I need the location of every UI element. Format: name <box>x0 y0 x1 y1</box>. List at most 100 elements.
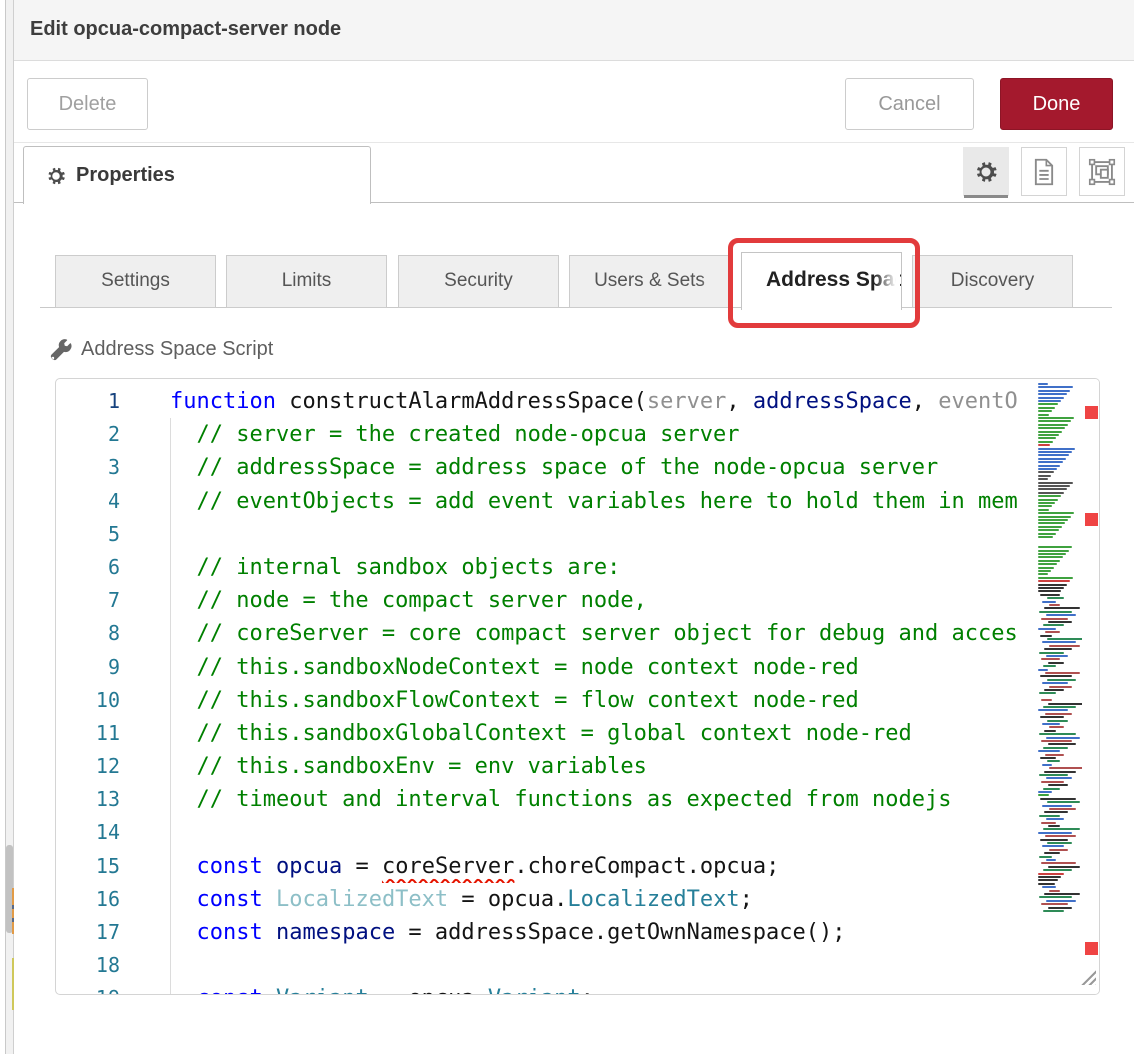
minimap-row <box>1047 679 1076 681</box>
minimap-row <box>1038 546 1072 548</box>
tab-security[interactable]: Security <box>398 255 559 308</box>
code-line[interactable]: 16 const LocalizedText = opcua.Localized… <box>56 883 1036 916</box>
cancel-button[interactable]: Cancel <box>845 78 974 130</box>
tab-users-sets[interactable]: Users & Sets <box>569 255 730 308</box>
minimap-row <box>1038 407 1055 409</box>
code-line[interactable]: 2 // server = the created node-opcua ser… <box>56 418 1036 451</box>
minimap-row <box>1044 771 1076 773</box>
code-text: // addressSpace = address space of the n… <box>120 451 1036 484</box>
minimap-row <box>1038 550 1069 552</box>
minimap-row <box>1038 393 1067 395</box>
screen: Edit opcua-compact-server node Delete Ca… <box>0 0 1134 1054</box>
code-line[interactable]: 14 <box>56 816 1036 849</box>
code-line[interactable]: 17 const namespace = addressSpace.getOwn… <box>56 916 1036 949</box>
line-number: 14 <box>56 816 120 849</box>
minimap-row <box>1038 488 1067 490</box>
minimap-row <box>1038 590 1061 592</box>
section-label: Address Space Script <box>81 338 273 361</box>
minimap-row <box>1043 910 1064 912</box>
minimap-row <box>1041 699 1052 701</box>
minimap-row <box>1043 624 1064 626</box>
minimap-row <box>1038 669 1048 671</box>
minimap-row <box>1047 720 1068 722</box>
minimap-row <box>1048 825 1060 827</box>
wrench-icon <box>50 339 72 361</box>
code-line[interactable]: 4 // eventObjects = add event variables … <box>56 485 1036 518</box>
gear-icon <box>974 160 998 184</box>
code-editor[interactable]: 1function constructAlarmAddressSpace(ser… <box>55 378 1100 995</box>
code-line[interactable]: 5 <box>56 518 1036 551</box>
code-line[interactable]: 15 const opcua = coreServer.choreCompact… <box>56 850 1036 883</box>
code-line[interactable]: 10 // this.sandboxFlowContext = flow con… <box>56 684 1036 717</box>
node-properties-button[interactable] <box>963 147 1009 196</box>
tab-settings[interactable]: Settings <box>55 255 216 308</box>
minimap-row <box>1038 570 1051 572</box>
code-line[interactable]: 9 // this.sandboxNodeContext = node cont… <box>56 651 1036 684</box>
code-line[interactable]: 19 const Variant = opcua.Variant; <box>56 982 1036 995</box>
minimap[interactable] <box>1036 383 1082 913</box>
minimap-row <box>1046 900 1076 902</box>
code-line[interactable]: 13 // timeout and interval functions as … <box>56 783 1036 816</box>
line-number: 2 <box>56 418 120 451</box>
minimap-row <box>1046 777 1072 779</box>
tab-overflow-fade <box>700 257 728 306</box>
minimap-row <box>1043 706 1076 708</box>
minimap-row <box>1038 434 1059 436</box>
line-number: 17 <box>56 916 120 949</box>
code-line[interactable]: 7 // node = the compact server node, <box>56 584 1036 617</box>
node-description-button[interactable] <box>1021 147 1067 196</box>
node-appearance-button[interactable] <box>1079 147 1125 196</box>
minimap-row <box>1038 883 1055 885</box>
minimap-row <box>1038 876 1061 878</box>
code-line[interactable]: 6 // internal sandbox objects are: <box>56 551 1036 584</box>
code-line[interactable]: 8 // coreServer = core compact server ob… <box>56 617 1036 650</box>
minimap-row <box>1038 458 1066 460</box>
minimap-row <box>1049 686 1072 688</box>
minimap-row <box>1038 791 1052 793</box>
code-line[interactable]: 11 // this.sandboxGlobalContext = global… <box>56 717 1036 750</box>
minimap-row <box>1038 471 1054 473</box>
code-line[interactable]: 3 // addressSpace = address space of the… <box>56 451 1036 484</box>
minimap-row <box>1038 505 1052 507</box>
tab-users-sets-label: Users & Sets <box>594 270 705 291</box>
delete-button[interactable]: Delete <box>27 78 148 130</box>
code-line[interactable]: 1function constructAlarmAddressSpace(ser… <box>56 385 1036 418</box>
gear-icon <box>46 166 66 186</box>
done-button[interactable]: Done <box>1000 78 1113 130</box>
tab-address-space[interactable]: Address Space <box>741 252 902 310</box>
minimap-row <box>1038 794 1049 796</box>
line-number: 8 <box>56 617 120 650</box>
minimap-row <box>1040 594 1060 596</box>
line-number: 4 <box>56 485 120 518</box>
minimap-row <box>1041 781 1064 783</box>
minimap-row <box>1041 822 1056 824</box>
line-number: 13 <box>56 783 120 816</box>
minimap-row <box>1042 682 1068 684</box>
tab-discovery[interactable]: Discovery <box>912 255 1073 308</box>
code-text: // internal sandbox objects are: <box>120 551 1036 584</box>
code-text: const namespace = addressSpace.getOwnNam… <box>120 916 1036 949</box>
tab-limits[interactable]: Limits <box>226 255 387 308</box>
minimap-row <box>1038 832 1072 834</box>
properties-tab[interactable]: Properties <box>23 146 371 204</box>
minimap-row <box>1044 893 1080 895</box>
code-lines[interactable]: 1function constructAlarmAddressSpace(ser… <box>56 385 1036 995</box>
minimap-row <box>1040 798 1076 800</box>
code-text: // this.sandboxFlowContext = flow contex… <box>120 684 1036 717</box>
code-text <box>120 518 1036 551</box>
minimap-row <box>1047 638 1084 640</box>
code-text: // this.sandboxNodeContext = node contex… <box>120 651 1036 684</box>
minimap-row <box>1047 842 1072 844</box>
section-label-row: Address Space Script <box>50 338 273 361</box>
minimap-row <box>1043 828 1080 830</box>
minimap-row <box>1046 818 1064 820</box>
minimap-row <box>1038 485 1070 487</box>
line-number: 15 <box>56 850 120 883</box>
minimap-row <box>1046 737 1080 739</box>
minimap-row <box>1046 655 1068 657</box>
code-line[interactable]: 18 <box>56 949 1036 982</box>
minimap-row <box>1045 631 1060 633</box>
minimap-row <box>1038 478 1048 480</box>
code-line[interactable]: 12 // this.sandboxEnv = env variables <box>56 750 1036 783</box>
minimap-row <box>1049 604 1060 606</box>
